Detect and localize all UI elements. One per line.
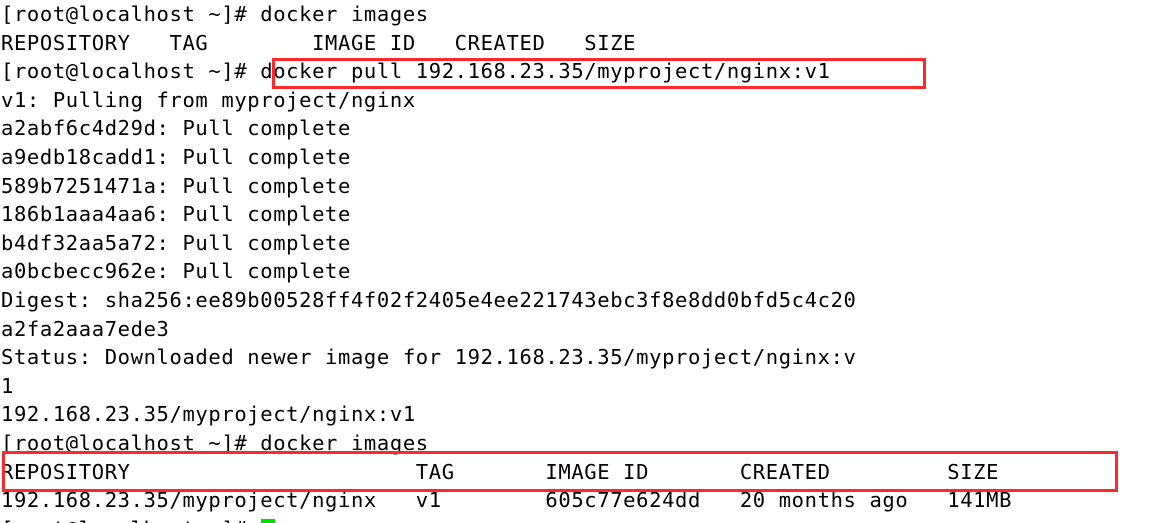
terminal-line-status-part-1: Status: Downloaded newer image for 192.1… [1,345,857,370]
terminal-line-digest-part-2: a2fa2aaa7ede3 [1,316,170,341]
terminal-line-layer-4: 186b1aaa4aa6: Pull complete [1,202,351,227]
shell-prompt: [root@localhost ~]# [1,517,260,523]
terminal-line-layer-5: b4df32aa5a72: Pull complete [1,230,351,255]
terminal-line-layer-2: a9edb18cadd1: Pull complete [1,144,351,169]
terminal-line-layer-1: a2abf6c4d29d: Pull complete [1,116,351,141]
text-cursor [261,518,276,523]
terminal-line-table-header-2: REPOSITORY TAG IMAGE ID CREATED SIZE [1,459,1000,484]
terminal-line-command-docker-images: [root@localhost ~]# docker images [1,2,429,26]
terminal-line-digest-part-1: Digest: sha256:ee89b00528ff4f02f2405e4ee… [1,287,857,312]
terminal-line-status-part-2: 1 [1,373,14,398]
terminal-line-image-row: 192.168.23.35/myproject/nginx v1 605c77e… [1,488,1013,513]
terminal-line-table-header: REPOSITORY TAG IMAGE ID CREATED SIZE [1,30,637,55]
terminal-line-layer-3: 589b7251471a: Pull complete [1,173,351,198]
terminal-window[interactable]: [root@localhost ~]# docker images REPOSI… [0,0,1152,523]
terminal-line-final-prompt[interactable]: [root@localhost ~]# [0,515,1152,523]
terminal-line-pulling-from: v1: Pulling from myproject/nginx [1,87,416,112]
terminal-line-command-docker-pull: [root@localhost ~]# docker pull 192.168.… [1,59,831,84]
terminal-line-layer-6: a0bcbecc962e: Pull complete [1,259,351,284]
terminal-line-pulled-reference: 192.168.23.35/myproject/nginx:v1 [1,402,416,427]
terminal-line-command-docker-images-2: [root@localhost ~]# docker images [1,430,429,455]
